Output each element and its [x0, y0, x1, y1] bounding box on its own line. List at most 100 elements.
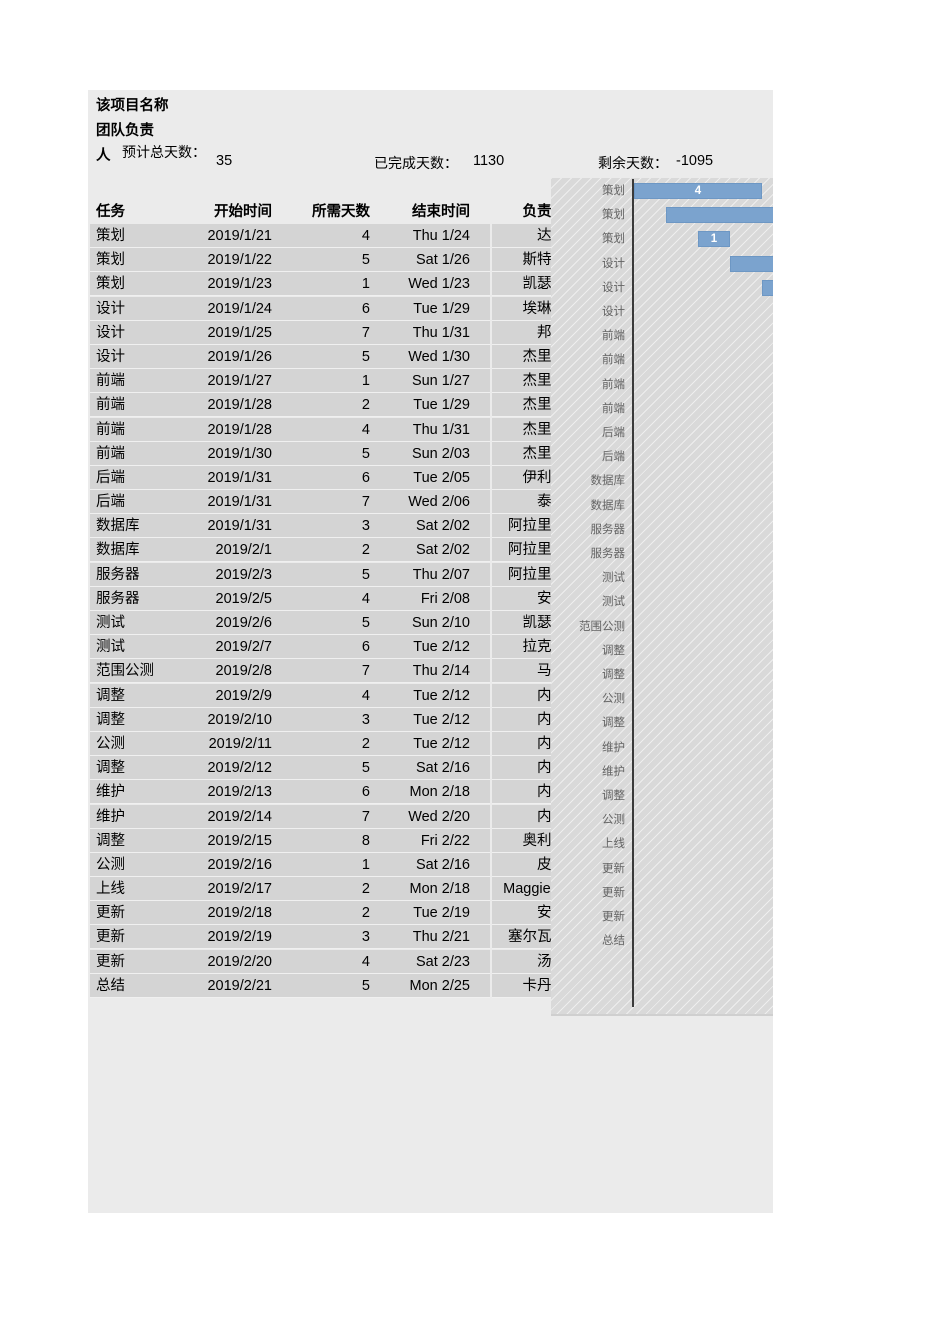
- cell-end[interactable]: Thu 1/24: [380, 224, 470, 248]
- cell-end[interactable]: Mon 2/18: [380, 780, 470, 804]
- cell-days[interactable]: 7: [280, 321, 370, 345]
- cell-start[interactable]: 2019/2/10: [184, 708, 272, 732]
- cell-end[interactable]: Sat 2/02: [380, 538, 470, 562]
- cell-end[interactable]: Tue 2/19: [380, 901, 470, 925]
- cell-end[interactable]: Sun 1/27: [380, 369, 470, 393]
- cell-days[interactable]: 2: [280, 877, 370, 901]
- cell-start[interactable]: 2019/2/18: [184, 901, 272, 925]
- gantt-bar[interactable]: [730, 255, 773, 272]
- cell-end[interactable]: Wed 2/20: [380, 805, 470, 829]
- cell-start[interactable]: 2019/2/12: [184, 756, 272, 780]
- cell-start[interactable]: 2019/2/5: [184, 587, 272, 611]
- cell-task[interactable]: 设计: [96, 297, 184, 321]
- cell-days[interactable]: 2: [280, 393, 370, 417]
- cell-end[interactable]: Wed 1/23: [380, 272, 470, 296]
- cell-task[interactable]: 更新: [96, 901, 184, 925]
- cell-start[interactable]: 2019/2/3: [184, 563, 272, 587]
- cell-days[interactable]: 6: [280, 780, 370, 804]
- cell-days[interactable]: 8: [280, 829, 370, 853]
- cell-days[interactable]: 4: [280, 684, 370, 708]
- cell-task[interactable]: 数据库: [96, 514, 184, 538]
- column-header-days[interactable]: 所需天数: [280, 200, 370, 224]
- cell-end[interactable]: Wed 2/06: [380, 490, 470, 514]
- cell-start[interactable]: 2019/2/17: [184, 877, 272, 901]
- cell-start[interactable]: 2019/2/7: [184, 635, 272, 659]
- cell-task[interactable]: 更新: [96, 950, 184, 974]
- cell-days[interactable]: 6: [280, 297, 370, 321]
- cell-start[interactable]: 2019/2/20: [184, 950, 272, 974]
- cell-task[interactable]: 数据库: [96, 538, 184, 562]
- cell-end[interactable]: Tue 2/12: [380, 635, 470, 659]
- cell-days[interactable]: 4: [280, 224, 370, 248]
- cell-days[interactable]: 1: [280, 369, 370, 393]
- cell-end[interactable]: Thu 1/31: [380, 321, 470, 345]
- cell-start[interactable]: 2019/1/31: [184, 490, 272, 514]
- cell-task[interactable]: 维护: [96, 780, 184, 804]
- cell-end[interactable]: Tue 2/12: [380, 732, 470, 756]
- cell-end[interactable]: Sun 2/10: [380, 611, 470, 635]
- cell-days[interactable]: 3: [280, 514, 370, 538]
- cell-end[interactable]: Thu 2/21: [380, 925, 470, 949]
- column-header-task[interactable]: 任务: [96, 200, 184, 224]
- cell-start[interactable]: 2019/1/25: [184, 321, 272, 345]
- cell-days[interactable]: 5: [280, 974, 370, 998]
- remaining-days-value[interactable]: -1095: [676, 153, 713, 169]
- cell-start[interactable]: 2019/2/8: [184, 659, 272, 683]
- cell-task[interactable]: 调整: [96, 684, 184, 708]
- cell-task[interactable]: 后端: [96, 490, 184, 514]
- cell-days[interactable]: 4: [280, 950, 370, 974]
- cell-task[interactable]: 服务器: [96, 563, 184, 587]
- cell-start[interactable]: 2019/1/31: [184, 514, 272, 538]
- cell-days[interactable]: 5: [280, 442, 370, 466]
- cell-days[interactable]: 7: [280, 805, 370, 829]
- cell-task[interactable]: 设计: [96, 321, 184, 345]
- column-header-start[interactable]: 开始时间: [184, 200, 272, 224]
- cell-start[interactable]: 2019/2/11: [184, 732, 272, 756]
- cell-end[interactable]: Sun 2/03: [380, 442, 470, 466]
- cell-task[interactable]: 后端: [96, 466, 184, 490]
- cell-end[interactable]: Mon 2/18: [380, 877, 470, 901]
- cell-end[interactable]: Tue 2/12: [380, 708, 470, 732]
- cell-start[interactable]: 2019/2/15: [184, 829, 272, 853]
- cell-start[interactable]: 2019/2/9: [184, 684, 272, 708]
- cell-task[interactable]: 公测: [96, 853, 184, 877]
- gantt-bar[interactable]: [666, 207, 773, 224]
- cell-start[interactable]: 2019/1/21: [184, 224, 272, 248]
- cell-task[interactable]: 公测: [96, 732, 184, 756]
- cell-start[interactable]: 2019/1/22: [184, 248, 272, 272]
- cell-end[interactable]: Wed 1/30: [380, 345, 470, 369]
- total-days-value[interactable]: 35: [216, 153, 232, 169]
- cell-end[interactable]: Sat 2/16: [380, 853, 470, 877]
- cell-days[interactable]: 1: [280, 272, 370, 296]
- cell-days[interactable]: 4: [280, 418, 370, 442]
- cell-days[interactable]: 2: [280, 901, 370, 925]
- cell-task[interactable]: 调整: [96, 829, 184, 853]
- cell-days[interactable]: 5: [280, 345, 370, 369]
- cell-days[interactable]: 6: [280, 635, 370, 659]
- cell-end[interactable]: Mon 2/25: [380, 974, 470, 998]
- cell-end[interactable]: Thu 1/31: [380, 418, 470, 442]
- cell-start[interactable]: 2019/1/31: [184, 466, 272, 490]
- cell-days[interactable]: 2: [280, 732, 370, 756]
- cell-start[interactable]: 2019/1/23: [184, 272, 272, 296]
- cell-task[interactable]: 更新: [96, 925, 184, 949]
- cell-end[interactable]: Fri 2/08: [380, 587, 470, 611]
- cell-days[interactable]: 5: [280, 756, 370, 780]
- cell-days[interactable]: 3: [280, 925, 370, 949]
- cell-start[interactable]: 2019/2/1: [184, 538, 272, 562]
- gantt-chart[interactable]: 策划 策划 策划 设计 设计 设计 前端 前端 前端 前端 后端 后端 数据库 数据库 服务器 服务器 测试 测试…: [551, 178, 773, 1016]
- cell-task[interactable]: 前端: [96, 393, 184, 417]
- cell-end[interactable]: Sat 2/16: [380, 756, 470, 780]
- cell-end[interactable]: Tue 1/29: [380, 297, 470, 321]
- cell-start[interactable]: 2019/1/24: [184, 297, 272, 321]
- cell-task[interactable]: 上线: [96, 877, 184, 901]
- cell-task[interactable]: 调整: [96, 708, 184, 732]
- cell-task[interactable]: 前端: [96, 369, 184, 393]
- cell-end[interactable]: Sat 2/02: [380, 514, 470, 538]
- cell-days[interactable]: 5: [280, 248, 370, 272]
- cell-task[interactable]: 维护: [96, 805, 184, 829]
- cell-task[interactable]: 策划: [96, 224, 184, 248]
- cell-task[interactable]: 前端: [96, 442, 184, 466]
- cell-start[interactable]: 2019/1/28: [184, 393, 272, 417]
- cell-end[interactable]: Sat 2/23: [380, 950, 470, 974]
